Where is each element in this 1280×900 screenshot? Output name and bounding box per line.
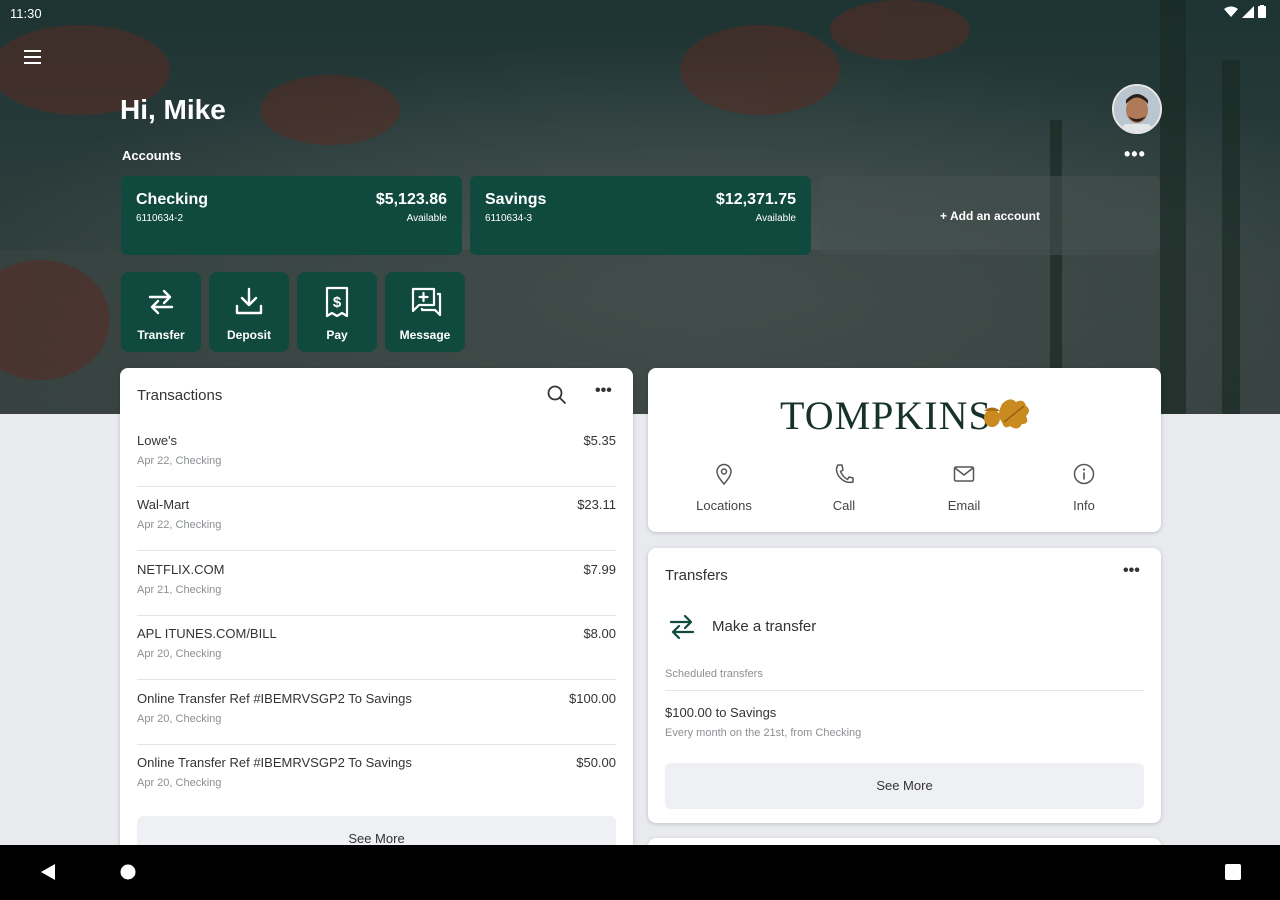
info-icon [1073,463,1095,485]
action-label: Pay [326,328,348,342]
account-balance: $5,123.86 [375,191,447,208]
info-button[interactable]: Info [1039,463,1129,513]
transaction-description: NETFLIX.COM [137,562,225,577]
transfer-button[interactable]: Transfer [121,272,201,352]
account-number: 6110634-3 [485,213,533,224]
greeting: Hi, Mike [120,94,226,125]
profile-avatar[interactable] [1112,84,1162,134]
transfers-card: Transfers ••• Make a transfer Scheduled … [648,548,1161,823]
transaction-meta: Apr 20, Checking [137,648,222,660]
transaction-description: APL ITUNES.COM/BILL [137,626,277,641]
accounts-more-icon[interactable]: ••• [1124,144,1146,165]
home-icon[interactable] [120,863,136,881]
transactions-title: Transactions [137,387,223,404]
transaction-amount: $7.99 [583,562,616,577]
transaction-meta: Apr 20, Checking [137,713,222,725]
divider [665,690,1144,691]
signal-icon [1242,5,1254,18]
make-transfer-button[interactable]: Make a transfer [665,610,965,644]
bank-action-label: Call [832,498,856,513]
transaction-description: Online Transfer Ref #IBEMRVSGP2 To Savin… [137,755,412,770]
balance-label: Available [406,213,447,224]
transaction-row[interactable]: NETFLIX.COM Apr 21, Checking $7.99 [137,552,616,616]
transaction-description: Lowe's [137,433,178,448]
svg-text:$: $ [333,294,342,311]
transfers-see-more-button[interactable]: See More [665,763,1144,809]
avatar-image [1114,86,1160,132]
scheduled-transfer-item[interactable]: $100.00 to Savings Every month on the 21… [665,705,861,739]
bank-logo: TOMPKINS [780,392,992,439]
transfer-icon [669,614,695,640]
transaction-row[interactable]: Online Transfer Ref #IBEMRVSGP2 To Savin… [137,745,616,809]
account-name: Savings [485,191,547,208]
transfer-icon [148,289,174,315]
oak-leaf-logo-icon [984,399,1029,429]
bank-name: TOMPKINS [780,393,992,438]
email-button[interactable]: Email [919,463,1009,513]
bank-action-label: Info [1073,498,1095,513]
transaction-row[interactable]: Lowe's Apr 22, Checking $5.35 [137,423,616,487]
pay-icon: $ [325,286,349,318]
status-icons [1224,5,1266,18]
transaction-description: Online Transfer Ref #IBEMRVSGP2 To Savin… [137,691,412,706]
transaction-row[interactable]: APL ITUNES.COM/BILL Apr 20, Checking $8.… [137,616,616,680]
status-time: 11:30 [10,6,42,21]
transactions-more-icon[interactable]: ••• [595,382,612,400]
bank-card: TOMPKINS Locations Call Email Info [648,368,1161,532]
transaction-amount: $5.35 [583,433,616,448]
transaction-row[interactable]: Online Transfer Ref #IBEMRVSGP2 To Savin… [137,681,616,745]
transaction-row[interactable]: Wal-Mart Apr 22, Checking $23.11 [137,487,616,551]
transaction-amount: $8.00 [583,626,616,641]
account-card-savings[interactable]: Savings 6110634-3 $12,371.75 Available [470,176,811,255]
transaction-meta: Apr 20, Checking [137,777,222,789]
message-icon [411,287,442,317]
bank-action-label: Email [947,498,981,513]
battery-icon [1258,5,1266,18]
hamburger-menu-icon[interactable] [24,44,50,70]
back-icon[interactable] [40,863,56,881]
transaction-meta: Apr 22, Checking [137,519,222,531]
account-name: Checking [136,191,209,208]
transaction-amount: $100.00 [569,691,616,706]
recents-icon[interactable] [1224,863,1242,881]
email-icon [953,466,975,482]
scheduled-transfer-detail: Every month on the 21st, from Checking [665,727,862,739]
account-number: 6110634-2 [136,213,184,224]
message-button[interactable]: Message [385,272,465,352]
transaction-meta: Apr 21, Checking [137,584,222,596]
make-transfer-label: Make a transfer [712,618,817,635]
wifi-icon [1224,6,1238,17]
locations-button[interactable]: Locations [679,463,769,513]
deposit-button[interactable]: Deposit [209,272,289,352]
add-account-button[interactable]: + Add an account [820,176,1160,255]
android-nav-bar [0,845,1280,900]
transaction-amount: $50.00 [576,755,616,770]
transactions-card: Transactions ••• Lowe's Apr 22, Checking… [120,368,633,868]
call-button[interactable]: Call [799,463,889,513]
transaction-meta: Apr 22, Checking [137,455,222,467]
search-icon[interactable] [546,384,568,406]
transaction-description: Wal-Mart [137,497,190,512]
account-balance: $12,371.75 [715,191,796,208]
scheduled-transfer-title: $100.00 to Savings [665,705,777,720]
account-card-checking[interactable]: Checking 6110634-2 $5,123.86 Available [121,176,462,255]
action-label: Transfer [137,328,185,342]
deposit-icon [235,287,263,315]
transfers-more-icon[interactable]: ••• [1123,562,1140,580]
bank-action-label: Locations [696,498,752,513]
action-label: Deposit [226,328,271,342]
transfers-title: Transfers [665,567,728,584]
accounts-label: Accounts [122,148,182,163]
balance-label: Available [755,213,796,224]
location-pin-icon [716,463,732,486]
pay-button[interactable]: $ Pay [297,272,377,352]
action-label: Message [399,328,451,342]
phone-icon [835,464,854,484]
scheduled-transfers-label: Scheduled transfers [665,668,763,680]
status-bar: 11:30 [0,0,1280,26]
transaction-amount: $23.11 [577,497,616,512]
